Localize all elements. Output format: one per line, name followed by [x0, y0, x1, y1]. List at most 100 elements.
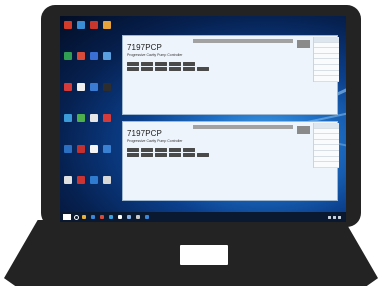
pump-controller-window[interactable]: 7197PCP Progressive Cavity Pump Controll…	[122, 35, 339, 115]
taskbar-item[interactable]	[144, 213, 151, 221]
trackpad	[180, 245, 228, 265]
app-icon	[77, 52, 85, 60]
taskbar-item[interactable]	[135, 213, 142, 221]
app-icon	[136, 215, 140, 219]
action-button[interactable]	[183, 62, 195, 66]
desktop-icon[interactable]	[89, 145, 99, 154]
action-button[interactable]	[183, 148, 195, 152]
app-icon	[77, 114, 85, 122]
status-value	[327, 140, 340, 145]
action-button[interactable]	[141, 148, 153, 152]
desktop-icon[interactable]	[63, 83, 73, 92]
top-action-button[interactable]	[297, 40, 310, 48]
taskbar-item[interactable]	[117, 213, 124, 221]
action-button[interactable]	[155, 67, 167, 71]
desktop-icon[interactable]	[76, 52, 86, 61]
status-table	[313, 37, 339, 82]
desktop-icon[interactable]	[63, 176, 73, 185]
network-icon[interactable]	[328, 215, 331, 219]
action-button[interactable]	[127, 67, 139, 71]
pump-controller-window[interactable]: 7197PCP Progressive Cavity Pump Controll…	[122, 121, 340, 201]
panel-title: 7197PCP	[127, 129, 162, 138]
action-button-row	[127, 67, 209, 71]
window-title-bar[interactable]	[193, 125, 293, 129]
app-icon	[103, 21, 111, 29]
status-key	[314, 48, 327, 53]
desktop-icon[interactable]	[89, 114, 99, 123]
desktop-icon[interactable]	[89, 176, 99, 185]
app-icon	[90, 83, 98, 91]
status-value	[327, 43, 340, 48]
app-icon	[64, 114, 72, 122]
app-icon	[90, 145, 98, 153]
action-button[interactable]	[183, 67, 195, 71]
app-icon	[82, 215, 86, 219]
desktop-icon[interactable]	[102, 145, 112, 154]
action-button[interactable]	[141, 67, 153, 71]
action-button[interactable]	[169, 62, 181, 66]
desktop-icon[interactable]	[102, 114, 112, 123]
status-value	[327, 54, 340, 59]
top-action-button[interactable]	[297, 126, 310, 134]
action-button[interactable]	[155, 153, 167, 157]
action-button[interactable]	[141, 62, 153, 66]
status-key	[314, 140, 327, 145]
taskbar-item[interactable]	[126, 213, 133, 221]
status-key	[314, 71, 327, 76]
desktop-icon[interactable]	[63, 21, 73, 30]
taskbar-item[interactable]	[99, 213, 106, 221]
desktop-icon[interactable]	[63, 145, 73, 154]
action-button[interactable]	[127, 62, 139, 66]
app-icon	[145, 215, 149, 219]
action-button[interactable]	[183, 153, 195, 157]
status-key	[314, 65, 327, 70]
action-button[interactable]	[127, 153, 139, 157]
status-value	[327, 48, 340, 53]
desktop-icon[interactable]	[76, 21, 86, 30]
action-button[interactable]	[155, 62, 167, 66]
desktop-icon[interactable]	[102, 52, 112, 61]
taskbar-item[interactable]	[81, 213, 88, 221]
status-key	[314, 157, 327, 162]
volume-icon[interactable]	[333, 215, 336, 219]
desktop-icon[interactable]	[76, 83, 86, 92]
status-key	[314, 76, 327, 81]
action-button[interactable]	[141, 153, 153, 157]
windows-start-icon[interactable]	[63, 214, 71, 220]
desktop-icon[interactable]	[89, 52, 99, 61]
window-title-bar[interactable]	[193, 39, 293, 43]
action-button[interactable]	[197, 67, 209, 71]
app-icon	[90, 21, 98, 29]
status-row	[314, 76, 339, 82]
taskbar-item[interactable]	[90, 213, 97, 221]
taskbar-item[interactable]	[108, 213, 115, 221]
desktop-icon[interactable]	[76, 145, 86, 154]
action-button[interactable]	[155, 148, 167, 152]
panel-subtitle: Progressive Cavity Pump Controller	[127, 139, 183, 143]
action-button[interactable]	[169, 148, 181, 152]
desktop-icon[interactable]	[102, 21, 112, 30]
action-button[interactable]	[127, 148, 139, 152]
action-button-row	[127, 62, 195, 66]
app-icon	[118, 215, 122, 219]
action-button[interactable]	[197, 153, 209, 157]
column-header	[314, 37, 327, 42]
status-value	[327, 162, 340, 167]
desktop-icon[interactable]	[76, 176, 86, 185]
app-icon	[64, 83, 72, 91]
desktop-icon[interactable]	[102, 83, 112, 92]
desktop-icon[interactable]	[102, 176, 112, 185]
app-icon	[77, 21, 85, 29]
desktop-icon[interactable]	[63, 114, 73, 123]
app-icon	[64, 52, 72, 60]
action-button[interactable]	[169, 67, 181, 71]
notification-icon[interactable]	[338, 215, 341, 219]
action-button[interactable]	[169, 153, 181, 157]
app-icon	[90, 52, 98, 60]
desktop-icon[interactable]	[89, 21, 99, 30]
desktop-icon[interactable]	[76, 114, 86, 123]
desktop-icon[interactable]	[89, 83, 99, 92]
desktop-icon[interactable]	[63, 52, 73, 61]
app-icon	[77, 145, 85, 153]
status-value	[327, 65, 340, 70]
